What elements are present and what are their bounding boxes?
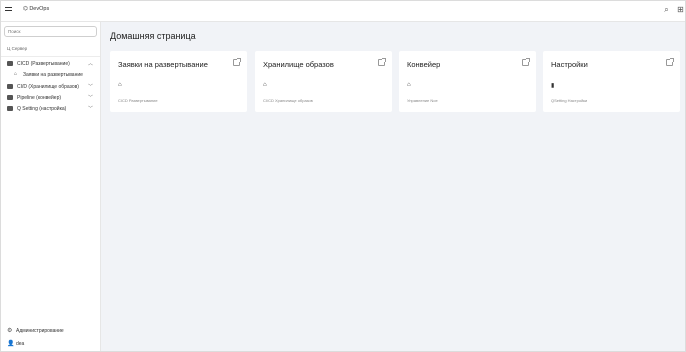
card-deploy-requests[interactable]: Заявки на развертывание ⌂ CICD Развертыв…: [110, 51, 247, 112]
sidebar-item-image-storage[interactable]: CI/D (Хранилище образов) ﹀: [0, 81, 100, 92]
sidebar-section-title: Ц Сервер: [7, 46, 28, 51]
card-title: Заявки на развертывание: [118, 60, 208, 69]
external-link-icon[interactable]: [522, 58, 530, 66]
card-settings[interactable]: Настройки ▮ QSetting Настройки: [543, 51, 680, 112]
sidebar-item-label: Pipeline (конвейер): [17, 95, 62, 101]
gear-icon: ⚙: [7, 328, 13, 334]
menu-icon[interactable]: [5, 7, 12, 14]
card-image-storage[interactable]: Хранилище образов ⌂ CI/CD Хранилище обра…: [255, 51, 392, 112]
chevron-down-icon[interactable]: ﹀: [88, 94, 93, 101]
sidebar-item-cicd[interactable]: CICD (Развертывание) ︿: [0, 58, 100, 69]
divider: [0, 56, 100, 57]
card-title: Настройки: [551, 60, 588, 69]
card-description: Управление Noe: [407, 98, 438, 103]
home-icon: ⌂: [118, 82, 122, 88]
book-icon: [7, 84, 13, 89]
card-description: CI/CD Хранилище образов: [263, 98, 313, 103]
search-icon[interactable]: ⌕: [662, 5, 671, 14]
sidebar-item-label: Администрирование: [16, 328, 64, 334]
sidebar-item-user[interactable]: 👤 dea: [0, 338, 100, 349]
chevron-down-icon[interactable]: ﹀: [88, 83, 93, 90]
home-icon: ⌂: [14, 71, 18, 77]
external-link-icon[interactable]: [233, 58, 241, 66]
chevron-down-icon[interactable]: ﹀: [88, 105, 93, 112]
sidebar-item-pipeline[interactable]: Pipeline (конвейер) ﹀: [0, 92, 100, 103]
sidebar-item-label: CICD (Развертывание): [17, 61, 70, 67]
sidebar-item-label: dea: [16, 341, 25, 347]
grid-icon[interactable]: ⊞: [676, 5, 685, 14]
card-title: Конвейер: [407, 60, 441, 69]
card-description: QSetting Настройки: [551, 98, 588, 103]
sidebar-item-settings[interactable]: Q Setting (настройка) ﹀: [0, 103, 100, 114]
card-pipeline[interactable]: Конвейер ⌂ Управление Noe: [399, 51, 536, 112]
sidebar-item-admin[interactable]: ⚙ Администрирование: [0, 325, 100, 336]
book-icon: [7, 106, 13, 111]
app-brand[interactable]: ⌬ DevOps: [23, 6, 49, 12]
home-icon: ⌂: [407, 82, 411, 88]
search-input[interactable]: [4, 26, 97, 37]
book-icon: ▮: [551, 83, 555, 89]
card-description: CICD Развертывание: [118, 98, 158, 103]
main-content: Домашняя страница Заявки на развертывани…: [101, 22, 686, 352]
sidebar-item-label: CI/D (Хранилище образов): [17, 84, 79, 90]
page-title: Домашняя страница: [110, 31, 196, 41]
book-icon: [7, 61, 13, 66]
top-bar: ⌬ DevOps ⌕ ⊞: [0, 0, 686, 22]
sidebar-item-deploy-requests[interactable]: ⌂ Заявки на развертывание: [0, 69, 100, 80]
external-link-icon[interactable]: [666, 58, 674, 66]
sidebar-item-label: Q Setting (настройка): [17, 106, 67, 112]
sidebar: Ц Сервер CICD (Развертывание) ︿ ⌂ Заявки…: [0, 22, 101, 352]
book-icon: [7, 95, 13, 100]
card-title: Хранилище образов: [263, 60, 334, 69]
chevron-up-icon[interactable]: ︿: [88, 60, 93, 67]
home-icon: ⌂: [263, 82, 267, 88]
user-icon: 👤: [7, 341, 15, 347]
external-link-icon[interactable]: [378, 58, 386, 66]
sidebar-item-label: Заявки на развертывание: [23, 72, 83, 78]
